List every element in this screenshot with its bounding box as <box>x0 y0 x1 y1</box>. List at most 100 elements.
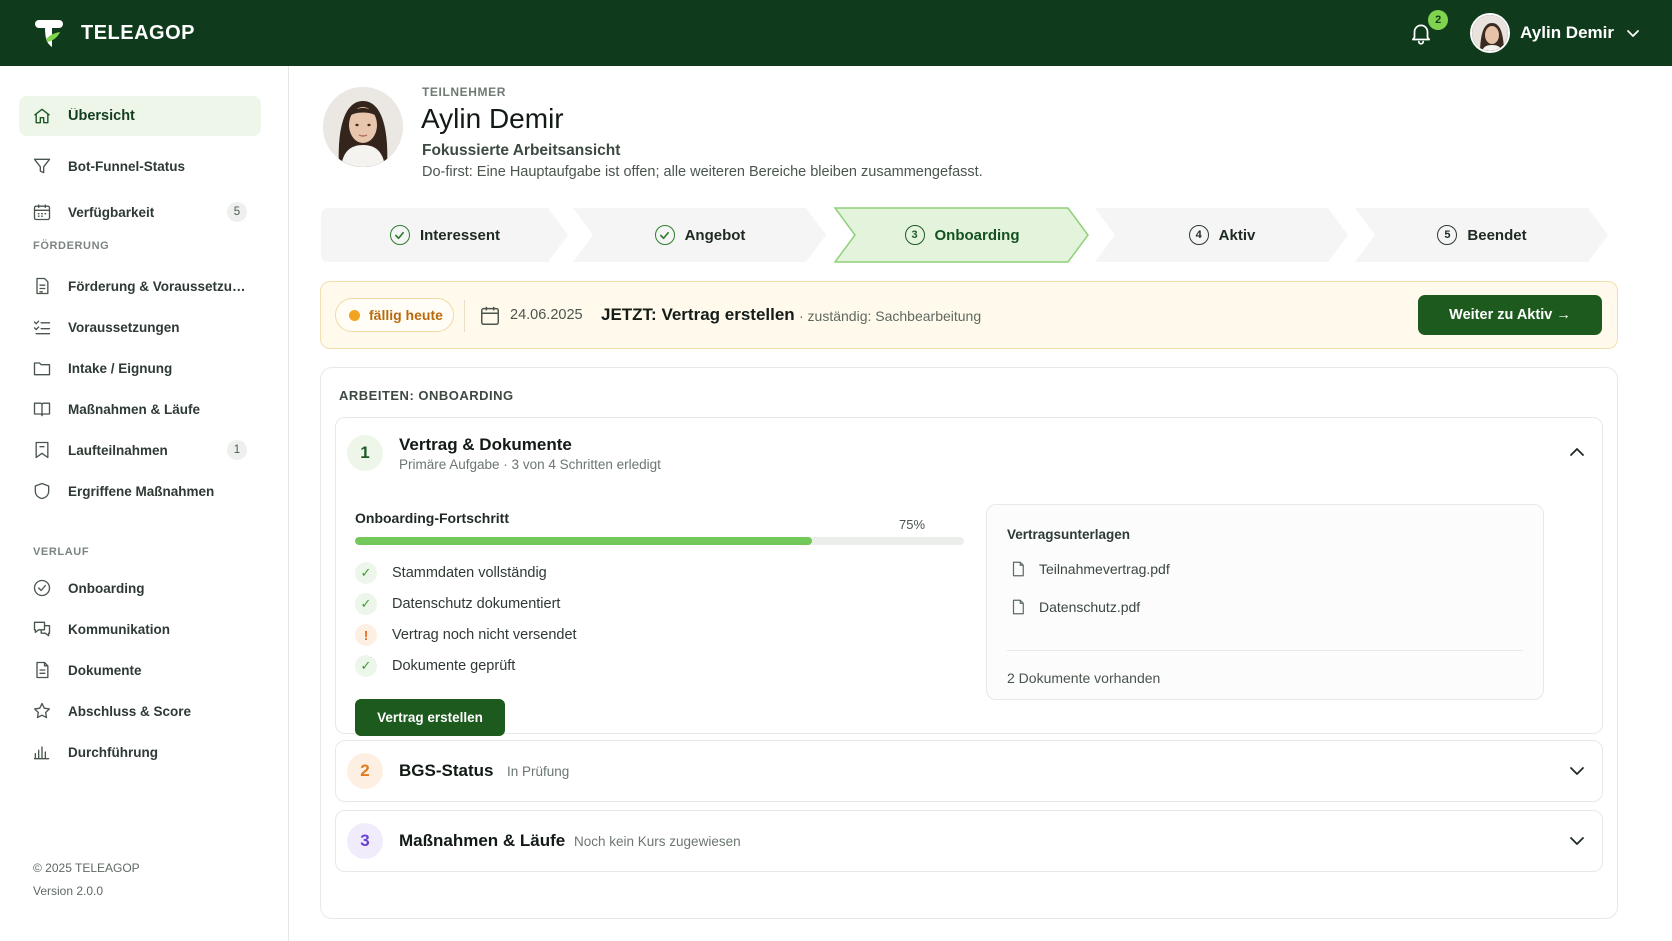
document-icon <box>36 277 49 295</box>
task-title[interactable]: Vertrag & Dokumente <box>399 435 572 455</box>
sidebar-item-label: Übersicht <box>68 108 135 124</box>
step-beendet[interactable]: 5 Beendet <box>1354 207 1610 263</box>
step-onboarding[interactable]: 3 Onboarding <box>834 207 1090 263</box>
step-number: 5 <box>1437 225 1458 245</box>
user-name[interactable]: Aylin Demir <box>1520 23 1614 43</box>
folder-icon <box>33 362 51 376</box>
task-alert: fällig heute 24.06.2025 JETZT: Vertrag e… <box>320 281 1618 349</box>
task-title: BGS-Status <box>399 761 494 780</box>
sidebar-item-uebersicht[interactable]: Übersicht <box>19 96 261 136</box>
task-card-massnahmen[interactable]: 3 Maßnahmen & Läufe Noch kein Kurs zugew… <box>335 810 1603 872</box>
chevron-down-icon[interactable] <box>1568 762 1586 780</box>
sidebar-item-label: Förderung & Voraussetzungen <box>68 278 248 294</box>
brand-name: TELEAGOP <box>81 21 196 44</box>
step-interessent[interactable]: Interessent <box>320 207 570 263</box>
sidebar-item-bot-funnel-status[interactable]: Bot-Funnel-Status <box>19 146 261 186</box>
sidebar-item-laufteilnahmen[interactable]: Laufteilnahmen 1 <box>19 430 261 470</box>
progress-label: Onboarding-Fortschritt <box>355 510 509 526</box>
checklist-item: ! Vertrag noch nicht versendet <box>355 623 577 647</box>
sidebar-item-verfuegbarkeit[interactable]: Verfügbarkeit 5 <box>19 192 261 232</box>
check-icon <box>654 225 675 245</box>
responsible-text: · zuständig: Sachbearbeitung <box>799 308 982 324</box>
sidebar-item-voraussetzungen[interactable]: Voraussetzungen <box>19 307 261 347</box>
sidebar-item-durchfuehrung[interactable]: Durchführung <box>19 732 261 772</box>
sidebar-item-label: Onboarding <box>68 580 145 596</box>
warning-icon: ! <box>355 624 377 646</box>
chat-icon <box>33 621 51 637</box>
sidebar-item-label: Maßnahmen & Läufe <box>68 401 201 417</box>
top-bar: TELEAGOP 2 Aylin Demir <box>0 0 1672 66</box>
document-name: Datenschutz.pdf <box>1039 599 1141 615</box>
notifications-button[interactable]: 2 <box>1408 10 1449 46</box>
document-name: Teilnahmevertrag.pdf <box>1039 561 1170 577</box>
task-card-vertrag: 1 Vertrag & Dokumente Primäre Aufgabe · … <box>335 417 1603 736</box>
step-angebot[interactable]: Angebot <box>572 207 828 263</box>
sidebar-item-abschluss-score[interactable]: Abschluss & Score <box>19 691 261 731</box>
due-label: fällig heute <box>369 307 443 323</box>
create-contract-button[interactable]: Vertrag erstellen <box>355 699 505 736</box>
task-title: Maßnahmen & Läufe <box>399 831 566 850</box>
sidebar-item-foerderung-voraussetzungen[interactable]: Förderung & Voraussetzungen <box>19 266 261 306</box>
profile-description: Do-first: Eine Hauptaufgabe ist offen; a… <box>422 164 983 180</box>
step-label: Angebot <box>684 226 746 244</box>
brand[interactable]: TELEAGOP <box>32 15 195 51</box>
checklist-text: Vertrag noch nicht versendet <box>392 627 577 643</box>
progress-fill <box>355 537 812 545</box>
sidebar-item-label: Voraussetzungen <box>68 319 180 335</box>
status-stepper: Interessent Angebot 3 Onboarding 4 Aktiv 5… <box>320 207 1620 263</box>
section-heading-verlauf: VERLAUF <box>33 546 90 558</box>
sidebar-item-label: Dokumente <box>68 662 142 678</box>
documents-title: Vertragsunterlagen <box>1007 527 1131 542</box>
count-badge: 1 <box>227 440 247 460</box>
task-subtitle: Primäre Aufgabe · 3 von 4 Schritten erle… <box>399 457 661 472</box>
divider <box>464 300 465 332</box>
step-aktiv[interactable]: 4 Aktiv <box>1094 207 1350 263</box>
checklist-text: Datenschutz dokumentiert <box>392 596 561 612</box>
user-avatar[interactable] <box>1470 13 1511 53</box>
profile-kicker: TEILNEHMER <box>422 85 506 99</box>
task-card-bgs-status[interactable]: 2 BGS-Status In Prüfung <box>335 740 1603 802</box>
file-icon <box>1012 599 1024 615</box>
sidebar: Übersicht Bot-Funnel-Status Verfügbarkei… <box>0 66 289 941</box>
due-date: 24.06.2025 <box>510 307 583 323</box>
sidebar-item-massnahmen-laeufe[interactable]: Maßnahmen & Läufe <box>19 389 261 429</box>
sidebar-item-dokumente[interactable]: Dokumente <box>19 650 261 690</box>
checklist-item: ✓ Stammdaten vollständig <box>355 561 547 585</box>
count-badge: 5 <box>227 202 247 222</box>
divider <box>1007 650 1523 651</box>
sidebar-item-intake-eignung[interactable]: Intake / Eignung <box>19 348 261 388</box>
file-icon <box>1012 561 1024 577</box>
calendar-icon <box>33 204 51 221</box>
continue-to-aktiv-button[interactable]: Weiter zu Aktiv → <box>1418 295 1602 335</box>
task-number: 1 <box>347 435 383 471</box>
task-status: In Prüfung <box>507 764 570 779</box>
document-link[interactable]: Datenschutz.pdf <box>1009 598 1140 616</box>
task-title: JETZT: Vertrag erstellen <box>601 305 795 324</box>
chevron-down-icon[interactable] <box>1568 832 1586 850</box>
checklist-icon <box>33 320 51 335</box>
sidebar-item-label: Bot-Funnel-Status <box>68 158 185 174</box>
funnel-icon <box>33 158 51 174</box>
sidebar-version: Version 2.0.0 <box>33 884 104 898</box>
check-circle-icon <box>33 579 51 597</box>
sidebar-item-label: Laufteilnahmen <box>68 442 168 458</box>
document-link[interactable]: Teilnahmevertrag.pdf <box>1009 560 1170 578</box>
step-label: Beendet <box>1467 226 1527 244</box>
chevron-up-icon[interactable] <box>1568 443 1586 461</box>
sidebar-copyright: © 2025 TELEAGOP <box>33 861 140 875</box>
section-heading-foerderung: FÖRDERUNG <box>33 240 110 252</box>
page-title: Aylin Demir <box>421 103 564 134</box>
chevron-down-icon[interactable] <box>1626 26 1640 40</box>
due-dot-icon <box>349 309 360 321</box>
sidebar-item-onboarding[interactable]: Onboarding <box>19 568 261 608</box>
step-label: Onboarding <box>934 226 1020 244</box>
calendar-icon <box>481 306 499 325</box>
sidebar-item-label: Intake / Eignung <box>68 360 173 376</box>
sidebar-item-label: Ergriffene Maßnahmen <box>68 483 215 499</box>
sidebar-item-kommunikation[interactable]: Kommunikation <box>19 609 261 649</box>
check-icon <box>389 225 410 245</box>
main-content: TEILNEHMER Aylin Demir Fokussierte Arbei… <box>290 66 1672 941</box>
sidebar-item-ergriffene-massnahmen[interactable]: Ergriffene Maßnahmen <box>19 471 261 511</box>
step-number: 3 <box>904 225 925 245</box>
checklist-text: Dokumente geprüft <box>392 658 516 674</box>
